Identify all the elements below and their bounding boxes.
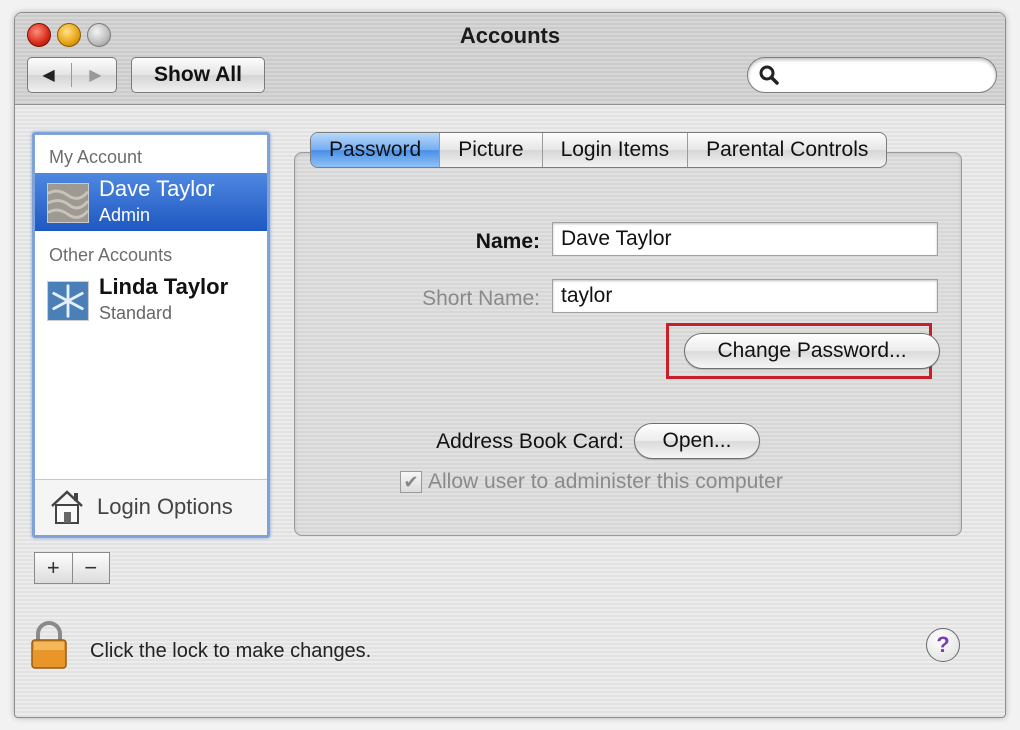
search-icon [759,65,779,85]
account-item-linda[interactable]: Linda Taylor Standard [35,271,267,329]
lock-icon[interactable] [30,620,68,670]
show-all-button[interactable]: Show All [131,57,265,93]
divider [71,63,73,87]
allow-admin-checkbox[interactable]: ✔ [400,471,422,493]
tab-login-items[interactable]: Login Items [543,133,689,167]
snowflake-picture-icon [47,281,89,321]
accounts-list: My Account Dave Taylor Admin Other Accou… [32,132,270,538]
user-picture-icon [47,183,89,223]
account-item-dave[interactable]: Dave Taylor Admin [35,173,267,231]
help-button[interactable]: ? [926,628,960,662]
account-name: Linda Taylor [99,274,229,299]
search-input[interactable] [784,62,984,88]
right-arrow-icon[interactable]: ▶ [89,65,101,85]
address-book-label: Address Book Card: [436,430,624,453]
login-options-item[interactable]: Login Options [35,479,267,535]
tab-password[interactable]: Password [311,133,441,167]
search-field[interactable] [747,57,997,93]
short-name-field: taylor [552,279,938,313]
house-icon [51,490,83,524]
tab-bar: Password Picture Login Items Parental Co… [310,132,888,168]
add-account-button[interactable]: + [35,553,72,583]
toolbar: Accounts ◀ ▶ Show All [15,13,1005,105]
name-field[interactable]: Dave Taylor [552,222,938,256]
remove-account-button[interactable]: − [71,553,110,583]
tab-parental-controls[interactable]: Parental Controls [688,133,886,167]
allow-admin-row: ✔ Allow user to administer this computer [400,470,783,494]
window-title: Accounts [459,23,561,48]
back-forward-buttons: ◀ ▶ [27,57,117,93]
allow-admin-label: Allow user to administer this computer [428,470,783,493]
my-account-header: My Account [49,147,143,167]
add-remove-buttons: + − [34,552,110,584]
lock-message: Click the lock to make changes. [90,640,372,662]
tab-picture[interactable]: Picture [440,133,543,167]
account-role: Admin [99,205,151,225]
open-address-book-button[interactable]: Open... [634,423,760,459]
change-password-button[interactable]: Change Password... [684,333,940,369]
left-arrow-icon[interactable]: ◀ [42,65,54,85]
account-role: Standard [99,303,173,323]
login-options-label: Login Options [97,494,233,519]
short-name-label: Short Name: [422,287,540,310]
checkmark-icon: ✔ [403,471,419,492]
other-accounts-header: Other Accounts [49,245,173,265]
account-name: Dave Taylor [99,176,215,201]
name-label: Name: [475,230,540,253]
